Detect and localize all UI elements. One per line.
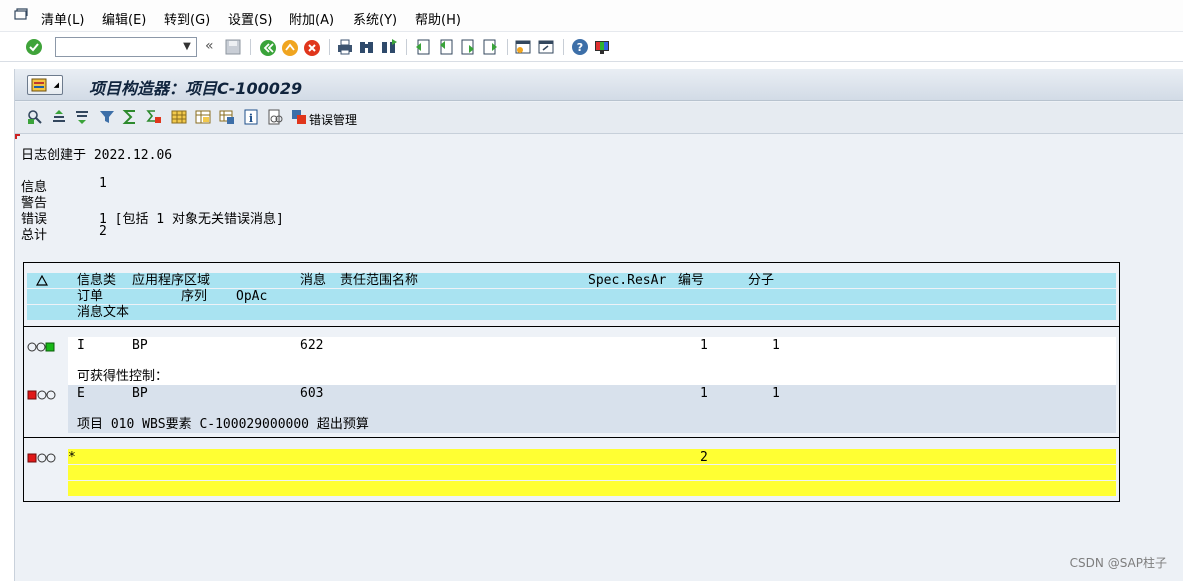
screen-menu-button[interactable]: ◢ [27,75,63,95]
row2-numerator: 1 [772,386,780,401]
customize-layout-icon[interactable] [593,38,611,56]
col-header-order[interactable]: 订单 [77,289,103,304]
find-next-icon[interactable] [380,38,398,56]
menu-item-system[interactable]: 系统(Y) [353,9,397,28]
back-icon[interactable] [259,39,277,57]
new-session-icon[interactable] [514,38,532,56]
header-row-3 [27,305,1116,320]
shortcut-icon[interactable] [537,38,555,56]
next-page-icon[interactable] [459,38,477,56]
menu-item-list[interactable]: 清单(L) [41,9,84,28]
col-header-sequence[interactable]: 序列 [181,289,207,304]
warning-triangle-icon[interactable] [36,275,48,286]
title-bar: ◢ 项目构造器：项目C-100029 [15,69,1183,101]
log-created-line: 日志创建于 2022.12.06 [21,144,172,163]
information-icon[interactable]: i [243,109,259,125]
col-header-message-text[interactable]: 消息文本 [77,305,129,320]
chevron-down-icon: ◢ [53,81,59,89]
menu-item-goto[interactable]: 转到(G) [164,9,210,28]
table-row [68,401,1116,417]
error-management-button[interactable]: 错误管理 [309,111,357,128]
application-toolbar: i 错误管理 [15,102,1183,134]
row1-app-area: BP [132,338,148,353]
work-area: ◢ 项目构造器：项目C-100029 i 错误管理 日志创建于 2022.12.… [14,69,1183,581]
menu-item-extras[interactable]: 附加(A) [289,9,334,28]
col-header-msg-type[interactable]: 信息类 [77,273,116,288]
command-field[interactable] [55,37,197,57]
error-management-icon[interactable] [291,109,307,125]
enter-check-icon[interactable] [25,38,43,56]
sort-descending-icon[interactable] [74,109,90,125]
row2-message: 603 [300,386,324,401]
svg-text:?: ? [577,41,583,54]
long-text-icon[interactable] [267,109,283,125]
log-created-label: 日志创建于 [21,148,87,163]
menu-item-settings[interactable]: 设置(S) [228,9,272,28]
table-row[interactable] [68,385,1116,401]
system-menu-icon[interactable] [14,8,28,20]
total-number: 2 [700,450,708,465]
last-page-icon[interactable] [481,38,499,56]
col-header-numerator[interactable]: 分子 [748,273,774,288]
total-marker: * [68,450,76,465]
subtotal-icon[interactable] [146,109,162,125]
save-icon[interactable] [224,38,242,56]
table-row [68,369,1116,385]
cursor-marker [15,134,20,139]
total-row[interactable] [68,449,1116,464]
total-row [68,465,1116,480]
details-icon[interactable] [27,109,43,125]
col-header-message[interactable]: 消息 [300,273,326,288]
total-label: 总计 [21,228,48,243]
collapse-arrows-icon[interactable]: « [205,38,214,54]
prev-page-icon[interactable] [437,38,455,56]
find-icon[interactable] [358,38,376,56]
menu-item-help[interactable]: 帮助(H) [415,9,461,28]
save-layout-icon[interactable] [219,109,235,125]
menu-bar: 清单(L) 编辑(E) 转到(G) 设置(S) 附加(A) 系统(Y) 帮助(H… [0,0,1183,32]
traffic-light-green-icon [27,342,55,352]
row1-message-text: 可获得性控制： [77,369,169,384]
print-icon[interactable] [336,38,354,56]
col-header-opac[interactable]: OpAc [236,289,267,304]
traffic-light-red-icon [27,390,56,400]
log-created-date: 2022.12.06 [93,148,173,163]
filter-icon[interactable] [99,109,115,125]
watermark: CSDN @SAP柱子 [1069,556,1167,570]
layout-icon[interactable] [171,109,187,125]
row1-numerator: 1 [772,338,780,353]
col-header-app-area[interactable]: 应用程序区域 [132,273,210,288]
command-dropdown-icon[interactable]: ▼ [178,38,196,56]
traffic-light-red-icon [27,453,56,463]
col-header-number[interactable]: 编号 [678,273,704,288]
message-grid: 信息类 应用程序区域 消息 责任范围名称 Spec.ResAr 编号 分子 订单… [23,262,1120,502]
col-header-resp-area-name[interactable]: 责任范围名称 [340,273,418,288]
row2-msg-type: E [77,386,85,401]
svg-text:i: i [249,112,253,125]
row1-number: 1 [700,338,708,353]
menu-item-edit[interactable]: 编辑(E) [102,9,146,28]
row2-number: 1 [700,386,708,401]
cancel-icon[interactable] [303,39,321,57]
total-count: 2 [99,224,107,239]
row1-msg-type: I [77,338,85,353]
exit-icon[interactable] [281,39,299,57]
total-row [68,481,1116,496]
first-page-icon[interactable] [414,38,432,56]
page-title: 项目构造器：项目C-100029 [89,79,303,98]
col-header-spec-resar[interactable]: Spec.ResAr [588,273,666,288]
info-count: 1 [99,176,107,191]
standard-toolbar: ▼ « ? [0,32,1183,62]
screen-menu-icon [31,78,47,92]
table-row [68,353,1116,369]
select-layout-icon[interactable] [195,109,211,125]
help-icon[interactable]: ? [571,38,589,56]
row2-app-area: BP [132,386,148,401]
error-count: 1 [包括 1 对象无关错误消息] [99,212,284,227]
table-row[interactable] [68,337,1116,353]
row2-message-text: 项目 010 WBS要素 C-100029000000 超出预算 [77,417,369,432]
sort-ascending-icon[interactable] [51,109,67,125]
row1-message: 622 [300,338,324,353]
sum-icon[interactable] [122,109,138,125]
